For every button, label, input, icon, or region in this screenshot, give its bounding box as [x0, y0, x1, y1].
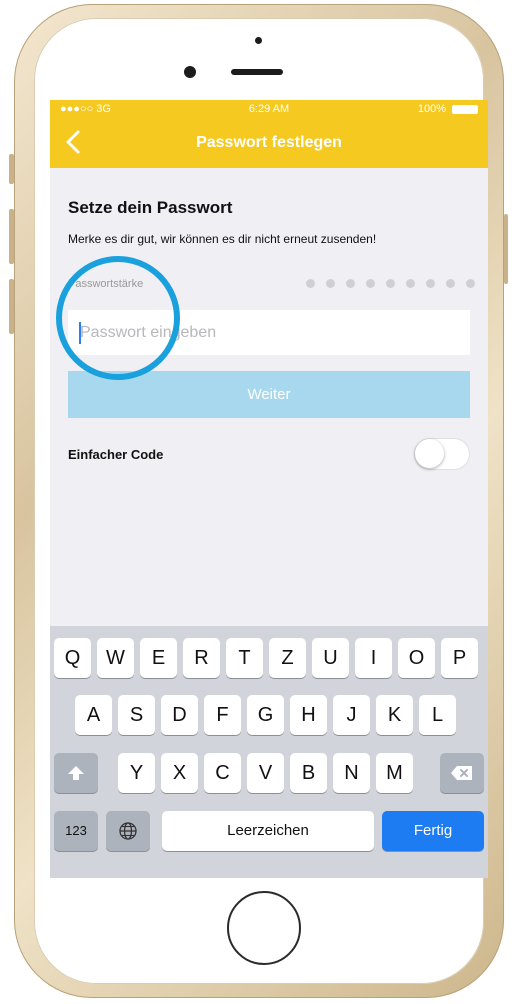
strength-indicator — [306, 279, 475, 291]
strength-dot — [326, 279, 335, 288]
done-key[interactable]: Fertig — [382, 811, 484, 851]
numbers-key[interactable]: 123 — [54, 811, 98, 851]
key[interactable]: W — [97, 638, 134, 678]
space-key[interactable]: Leerzeichen — [162, 811, 374, 851]
key[interactable]: U — [312, 638, 349, 678]
strength-dot — [366, 279, 375, 288]
strength-dot — [466, 279, 475, 288]
shift-arrow-icon — [68, 766, 84, 780]
strength-dot — [346, 279, 355, 288]
battery-percent: 100% — [417, 103, 446, 115]
key[interactable]: L — [419, 695, 456, 735]
simple-code-toggle[interactable] — [414, 438, 470, 470]
toggle-knob — [415, 439, 444, 468]
backspace-key[interactable] — [440, 753, 484, 793]
key[interactable]: N — [333, 753, 370, 793]
strength-dot — [386, 279, 395, 288]
section-heading: Setze dein Passwort — [68, 198, 233, 217]
strength-dot — [306, 279, 315, 288]
key[interactable]: D — [161, 695, 198, 735]
power-button — [504, 214, 508, 284]
key[interactable]: R — [183, 638, 220, 678]
camera-dot — [255, 37, 262, 44]
home-button[interactable] — [227, 891, 301, 965]
volume-up-button — [9, 209, 14, 264]
key[interactable]: G — [247, 695, 284, 735]
status-bar: ●●●○○ 3G 6:29 AM 100% — [50, 100, 488, 118]
key[interactable]: I — [355, 638, 392, 678]
keyboard: Q W E R T Z U I O P A S D F G H J K L Y … — [50, 626, 488, 878]
highlight-circle — [56, 256, 180, 380]
key[interactable]: F — [204, 695, 241, 735]
strength-dot — [406, 279, 415, 288]
strength-dot — [446, 279, 455, 288]
key[interactable]: J — [333, 695, 370, 735]
simple-code-label: Einfacher Code — [68, 447, 164, 462]
app-screen: ●●●○○ 3G 6:29 AM 100% Passwort festlegen… — [50, 100, 488, 878]
key[interactable]: X — [161, 753, 198, 793]
globe-key[interactable] — [106, 811, 150, 851]
key[interactable]: T — [226, 638, 263, 678]
key[interactable]: O — [398, 638, 435, 678]
description-text: Merke es dir gut, wir können es dir nich… — [68, 232, 377, 246]
page-title: Passwort festlegen — [196, 134, 342, 151]
key[interactable]: B — [290, 753, 327, 793]
battery-icon — [452, 105, 478, 114]
earpiece-speaker — [231, 69, 283, 75]
key[interactable]: Y — [118, 753, 155, 793]
nav-bar: Passwort festlegen — [50, 118, 488, 168]
globe-icon — [119, 822, 137, 840]
key[interactable]: S — [118, 695, 155, 735]
key[interactable]: A — [75, 695, 112, 735]
key[interactable]: K — [376, 695, 413, 735]
mute-switch — [9, 154, 14, 184]
key[interactable]: E — [140, 638, 177, 678]
key[interactable]: Q — [54, 638, 91, 678]
key[interactable]: C — [204, 753, 241, 793]
key[interactable]: H — [290, 695, 327, 735]
volume-down-button — [9, 279, 14, 334]
backspace-icon — [451, 766, 472, 780]
shift-key[interactable] — [54, 753, 98, 793]
strength-dot — [426, 279, 435, 288]
key[interactable]: P — [441, 638, 478, 678]
key[interactable]: Z — [269, 638, 306, 678]
key[interactable]: M — [376, 753, 413, 793]
key[interactable]: V — [247, 753, 284, 793]
front-camera — [184, 66, 196, 78]
